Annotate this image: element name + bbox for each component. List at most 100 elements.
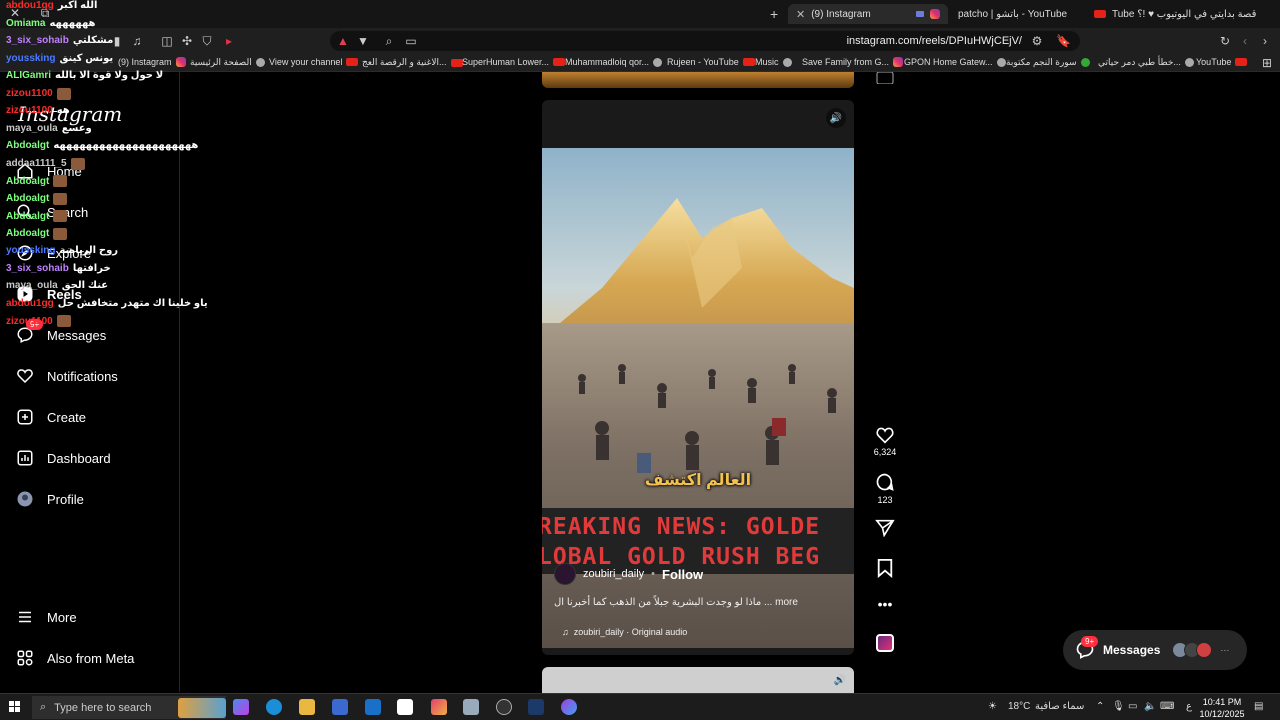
bookmark-item[interactable]: الصفحة الرئيسية [190, 57, 265, 68]
apps-grid-icon[interactable]: ⊞ [1260, 56, 1274, 70]
globe-icon [255, 58, 265, 67]
audio-thumbnail[interactable] [876, 634, 894, 652]
edge-icon[interactable] [266, 699, 282, 715]
shield-icon[interactable]: ⛉ [200, 34, 214, 48]
bookmark-item[interactable]: YouTube [1196, 57, 1248, 67]
sidebar-item-more[interactable]: More [16, 608, 77, 626]
reel-description[interactable]: ماذا لو وجدت البشرية جبلاً من الذهب كما … [554, 597, 798, 608]
reel-audio[interactable]: ♫ zoubiri_daily · Original audio [562, 627, 687, 637]
browser-toolbar: ▮ ♫ ◫ ✣ ⛉ ▸ ▲ ▼ ⌕ ▭ instagram.com/reels/… [0, 28, 1280, 54]
outlook-icon[interactable] [365, 699, 381, 715]
like-button[interactable]: 6,324 [868, 426, 902, 457]
site-settings-icon[interactable]: ⚙ [1030, 34, 1044, 48]
sidebar-item-create[interactable]: Create [16, 408, 86, 426]
follow-button[interactable]: Follow [662, 567, 703, 582]
messages-pill[interactable]: 9+ Messages ··· [1063, 630, 1247, 670]
next-reel-preview[interactable]: 🔊 [542, 667, 854, 693]
url-text[interactable]: instagram.com/reels/DPIuHWjCEjV/ [847, 35, 1022, 47]
tab-preview-icon[interactable]: ▭ [404, 34, 418, 48]
tab-label: patcho | باتشو - YouTube [958, 8, 1068, 20]
speaker-icon[interactable]: 🔈 [1144, 701, 1156, 712]
chat-text: هه [56, 105, 70, 116]
keyboard-icon[interactable]: ⌨ [1160, 701, 1174, 712]
shield-brave-icon[interactable]: ▼ [356, 34, 370, 48]
language-indicator[interactable]: ع [1186, 701, 1192, 712]
sidebar-item-label: Create [47, 409, 87, 425]
chat-username: abdou1gg [6, 297, 54, 309]
bookmark-label: View your channel [269, 57, 343, 67]
bookmark-icon[interactable]: 🔖 [1056, 34, 1071, 48]
chat-emote-icon [53, 175, 68, 187]
tab-instagram[interactable]: ✕ (9) Instagram [788, 4, 948, 24]
bookmark-item[interactable]: SuperHuman Lower... [462, 57, 566, 67]
taskbar-clock[interactable]: 10:41 PM 10/12/2025 [1196, 696, 1248, 720]
sidebar-item-notifications[interactable]: Notifications [16, 367, 118, 385]
sidebar-item-profile[interactable]: Profile [16, 490, 84, 508]
app-icon[interactable] [561, 699, 577, 715]
bookmark-item[interactable]: Music [755, 57, 792, 67]
new-tab-button[interactable]: + [770, 4, 778, 24]
weather-temp[interactable]: 18°C [1008, 701, 1030, 712]
steam-icon[interactable] [528, 699, 544, 715]
bookmark-item[interactable]: سورة النجم مكتوبة [1006, 57, 1090, 68]
weather-text[interactable]: سماء صافية [1035, 701, 1084, 712]
sidebar-item-label: Profile [47, 491, 84, 507]
copilot-icon[interactable] [233, 699, 249, 715]
bookmark-item[interactable]: Rujeen - YouTube [667, 57, 755, 67]
bookmark-label: الصفحة الرئيسية [190, 57, 252, 67]
menu-icon [19, 611, 31, 623]
tab-close-icon[interactable]: ✕ [796, 8, 805, 21]
store-icon[interactable] [332, 699, 348, 715]
volume-icon[interactable]: 🔊 [826, 108, 846, 128]
reload-icon[interactable]: ↻ [1218, 34, 1232, 48]
chat-text: لا حول ولا قوة الا بالله [55, 70, 164, 81]
previous-reel-preview[interactable] [542, 72, 854, 88]
chat-text: ههههههه [49, 17, 96, 29]
weather-icon[interactable]: ☀ [988, 701, 997, 712]
sidebar-item-dashboard[interactable]: Dashboard [16, 449, 111, 467]
browser-app-icon[interactable] [431, 699, 447, 715]
tab-youtube-story[interactable]: قصة بدايتي في اليوتيوب ♥ !؟ Tube [1094, 4, 1256, 24]
microphone-icon[interactable]: 🎙 [1112, 701, 1125, 712]
chat-message: Omiama ههههههه [6, 18, 95, 29]
bookmark-item[interactable]: الاغنية و الرقصة العج... [362, 57, 463, 68]
volume-icon[interactable]: 🔊 [834, 675, 846, 686]
search-icon: ⌕ [40, 701, 47, 713]
sidebar-item-also-from-meta[interactable]: Also from Meta [16, 649, 134, 667]
chevron-up-icon[interactable]: ⌃ [1096, 701, 1104, 712]
bookmark-item[interactable]: GPON Home Gatew... [904, 57, 1006, 67]
taskbar-search[interactable]: ⌕ Type here to search [32, 696, 226, 719]
windows-start-icon[interactable] [9, 701, 21, 713]
thumbnail-icon[interactable] [868, 72, 902, 87]
obs-icon[interactable] [496, 699, 512, 715]
chat-message: Abdoalgt [6, 192, 68, 205]
globe-icon [996, 57, 1006, 67]
address-bar[interactable]: ▲ ▼ ⌕ ▭ instagram.com/reels/DPIuHWjCEjV/… [330, 31, 1080, 51]
reel-video[interactable]: 🔊 العالم اكتشف REAKING NEWS: GOLDE LOBAL… [542, 100, 854, 655]
notification-center-icon[interactable]: ▤ [1254, 701, 1263, 712]
more-options-icon[interactable]: ••• [868, 596, 902, 612]
file-explorer-icon[interactable] [299, 699, 315, 715]
author-username[interactable]: zoubiri_daily [583, 568, 644, 580]
share-button[interactable] [868, 519, 902, 540]
bookmark-item[interactable]: Muhammadloiq qor... [565, 57, 663, 67]
play-icon[interactable]: ▸ [222, 34, 236, 48]
chat-message: maya_oula وعسع [6, 123, 92, 134]
tab-youtube-patcho[interactable]: patcho | باتشو - YouTube [958, 4, 1067, 24]
chat-username: maya_oula [6, 280, 58, 291]
chat-message: youssking روح الرياضة [6, 245, 118, 256]
bookmark-item[interactable]: View your channel [269, 57, 359, 67]
author-avatar[interactable] [554, 563, 576, 585]
extensions-icon[interactable]: ✣ [180, 34, 194, 48]
bookmark-item[interactable]: Save Family from G... [802, 57, 904, 67]
forward-icon[interactable]: › [1258, 34, 1272, 48]
network-icon[interactable]: ▭ [1128, 701, 1137, 712]
search-icon[interactable]: ⌕ [382, 34, 396, 48]
save-button[interactable] [868, 558, 902, 581]
comment-button[interactable]: 123 [868, 472, 902, 505]
app-icon[interactable] [463, 699, 479, 715]
back-icon[interactable]: ‹ [1238, 34, 1252, 48]
capcut-icon[interactable] [397, 699, 413, 715]
bookmark-item[interactable]: خطأ طبي دمر حياتي... [1098, 57, 1194, 68]
vpn-icon[interactable]: ▲ [336, 34, 350, 48]
